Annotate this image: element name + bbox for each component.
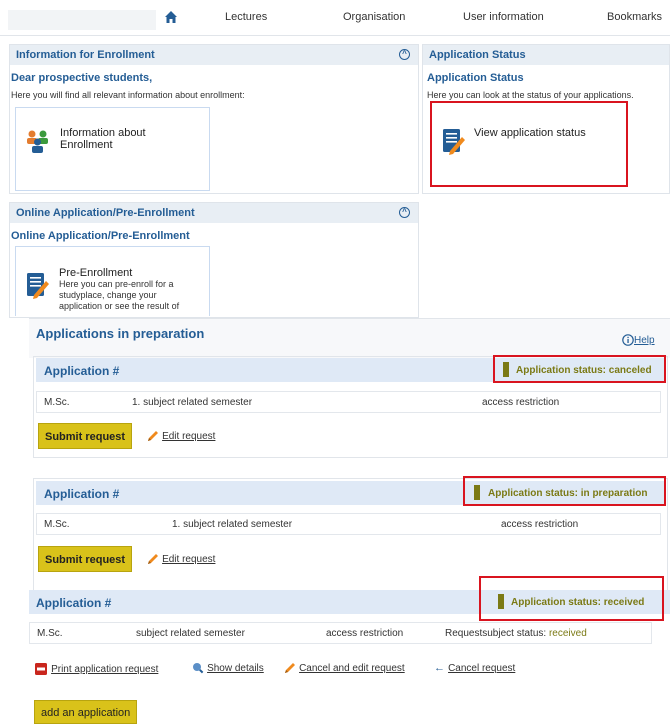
application-3-request-status: Requestsubject status: received (445, 628, 587, 639)
application-1-row (36, 391, 661, 413)
info-icon (622, 334, 634, 346)
application-status-title: Application Status (427, 72, 524, 84)
search-field[interactable] (8, 10, 156, 30)
show-details-label: Show details (207, 663, 264, 674)
view-status-title: View application status (474, 127, 586, 139)
application-1-restriction: access restriction (482, 397, 560, 408)
pencil-icon (148, 554, 158, 565)
application-2-subject: 1. subject related semester (172, 519, 293, 530)
application-3-status: Application status: received (511, 597, 645, 608)
status-bar-3 (498, 594, 504, 609)
collapse-icon[interactable]: ^ (399, 207, 410, 218)
enrollment-intro: Here you will find all relevant informat… (11, 90, 245, 100)
home-icon[interactable] (164, 10, 178, 24)
pdf-icon (35, 663, 47, 675)
submit-request-button-1[interactable]: Submit request (38, 423, 133, 449)
cancel-request-label: Cancel request (448, 663, 516, 674)
pre-enrollment-desc-2: studyplace, change your (59, 290, 157, 300)
submit-request-button-2[interactable]: Submit request (38, 546, 133, 572)
edit-request-label-2: Edit request (162, 554, 216, 565)
enrollment-panel-title: Information for Enrollment (16, 49, 155, 61)
pre-enrollment-desc-1: Here you can pre-enroll for a (59, 279, 174, 289)
application-2-status: Application status: in preparation (488, 488, 648, 499)
pencil-icon (148, 431, 158, 442)
pre-enrollment-tile[interactable]: Pre-Enrollment Here you can pre-enroll f… (15, 246, 210, 316)
application-1-subject: 1. subject related semester (132, 397, 253, 408)
view-status-tile[interactable]: View application status (434, 105, 624, 183)
application-status-panel-header: Application Status (423, 45, 669, 65)
help-label: Help (634, 335, 655, 346)
nav-user-information[interactable]: User information (463, 11, 544, 23)
arrow-left-icon: ← (434, 662, 445, 674)
online-application-title: Online Application/Pre-Enrollment (11, 230, 190, 242)
cancel-edit-request-link[interactable]: Cancel and edit request (284, 662, 405, 674)
people-icon (27, 130, 48, 153)
request-status-value: received (548, 628, 587, 639)
application-1-status: Application status: canceled (516, 365, 652, 376)
edit-request-link-2[interactable]: Edit request (147, 553, 215, 565)
top-navigation: Lectures Organisation User information B… (0, 0, 670, 36)
edit-request-link-1[interactable]: Edit request (147, 430, 215, 442)
pre-enrollment-title: Pre-Enrollment (59, 267, 133, 279)
application-1-title: Application # (44, 364, 120, 378)
print-request-label: Print application request (51, 663, 159, 675)
magnifier-icon (193, 663, 204, 674)
application-3-title: Application # (36, 596, 112, 610)
pre-enrollment-desc-3: application or see the result of (59, 301, 180, 311)
add-application-button[interactable]: add an application (34, 700, 138, 724)
status-bar-2 (474, 485, 480, 500)
print-request-link[interactable]: Print application request (34, 662, 158, 676)
form-edit-icon (443, 129, 465, 155)
nav-organisation[interactable]: Organisation (343, 11, 405, 23)
request-status-label: Requestsubject status: (445, 628, 547, 639)
application-2-restriction: access restriction (501, 519, 579, 530)
enrollment-greeting: Dear prospective students, (11, 72, 153, 84)
application-2-degree: M.Sc. (44, 519, 70, 530)
cancel-request-link[interactable]: ← Cancel request (434, 662, 515, 674)
application-status-intro: Here you can look at the status of your … (427, 90, 634, 100)
online-application-panel-header: Online Application/Pre-Enrollment ^ (10, 203, 418, 223)
enrollment-panel-header: Information for Enrollment ^ (10, 45, 418, 65)
applications-title: Applications in preparation (36, 326, 205, 341)
application-3-subject: subject related semester (136, 628, 245, 639)
application-2-title: Application # (44, 487, 120, 501)
pencil-icon (285, 663, 295, 674)
cancel-edit-request-label: Cancel and edit request (299, 663, 405, 674)
collapse-icon[interactable]: ^ (399, 49, 410, 60)
application-3-restriction: access restriction (326, 628, 404, 639)
application-3-degree: M.Sc. (37, 628, 63, 639)
show-details-link[interactable]: Show details (192, 662, 264, 674)
application-1-degree: M.Sc. (44, 397, 70, 408)
edit-request-label-1: Edit request (162, 431, 216, 442)
form-edit-icon (27, 273, 49, 299)
nav-bookmarks[interactable]: Bookmarks (607, 11, 662, 23)
help-link[interactable]: Help (622, 334, 655, 346)
nav-lectures[interactable]: Lectures (225, 11, 267, 23)
enrollment-info-tile[interactable]: Information about Enrollment (15, 107, 210, 191)
status-bar-1 (503, 362, 509, 377)
enrollment-info-title: Information about Enrollment (60, 127, 146, 151)
online-application-panel-title: Online Application/Pre-Enrollment (16, 207, 195, 219)
